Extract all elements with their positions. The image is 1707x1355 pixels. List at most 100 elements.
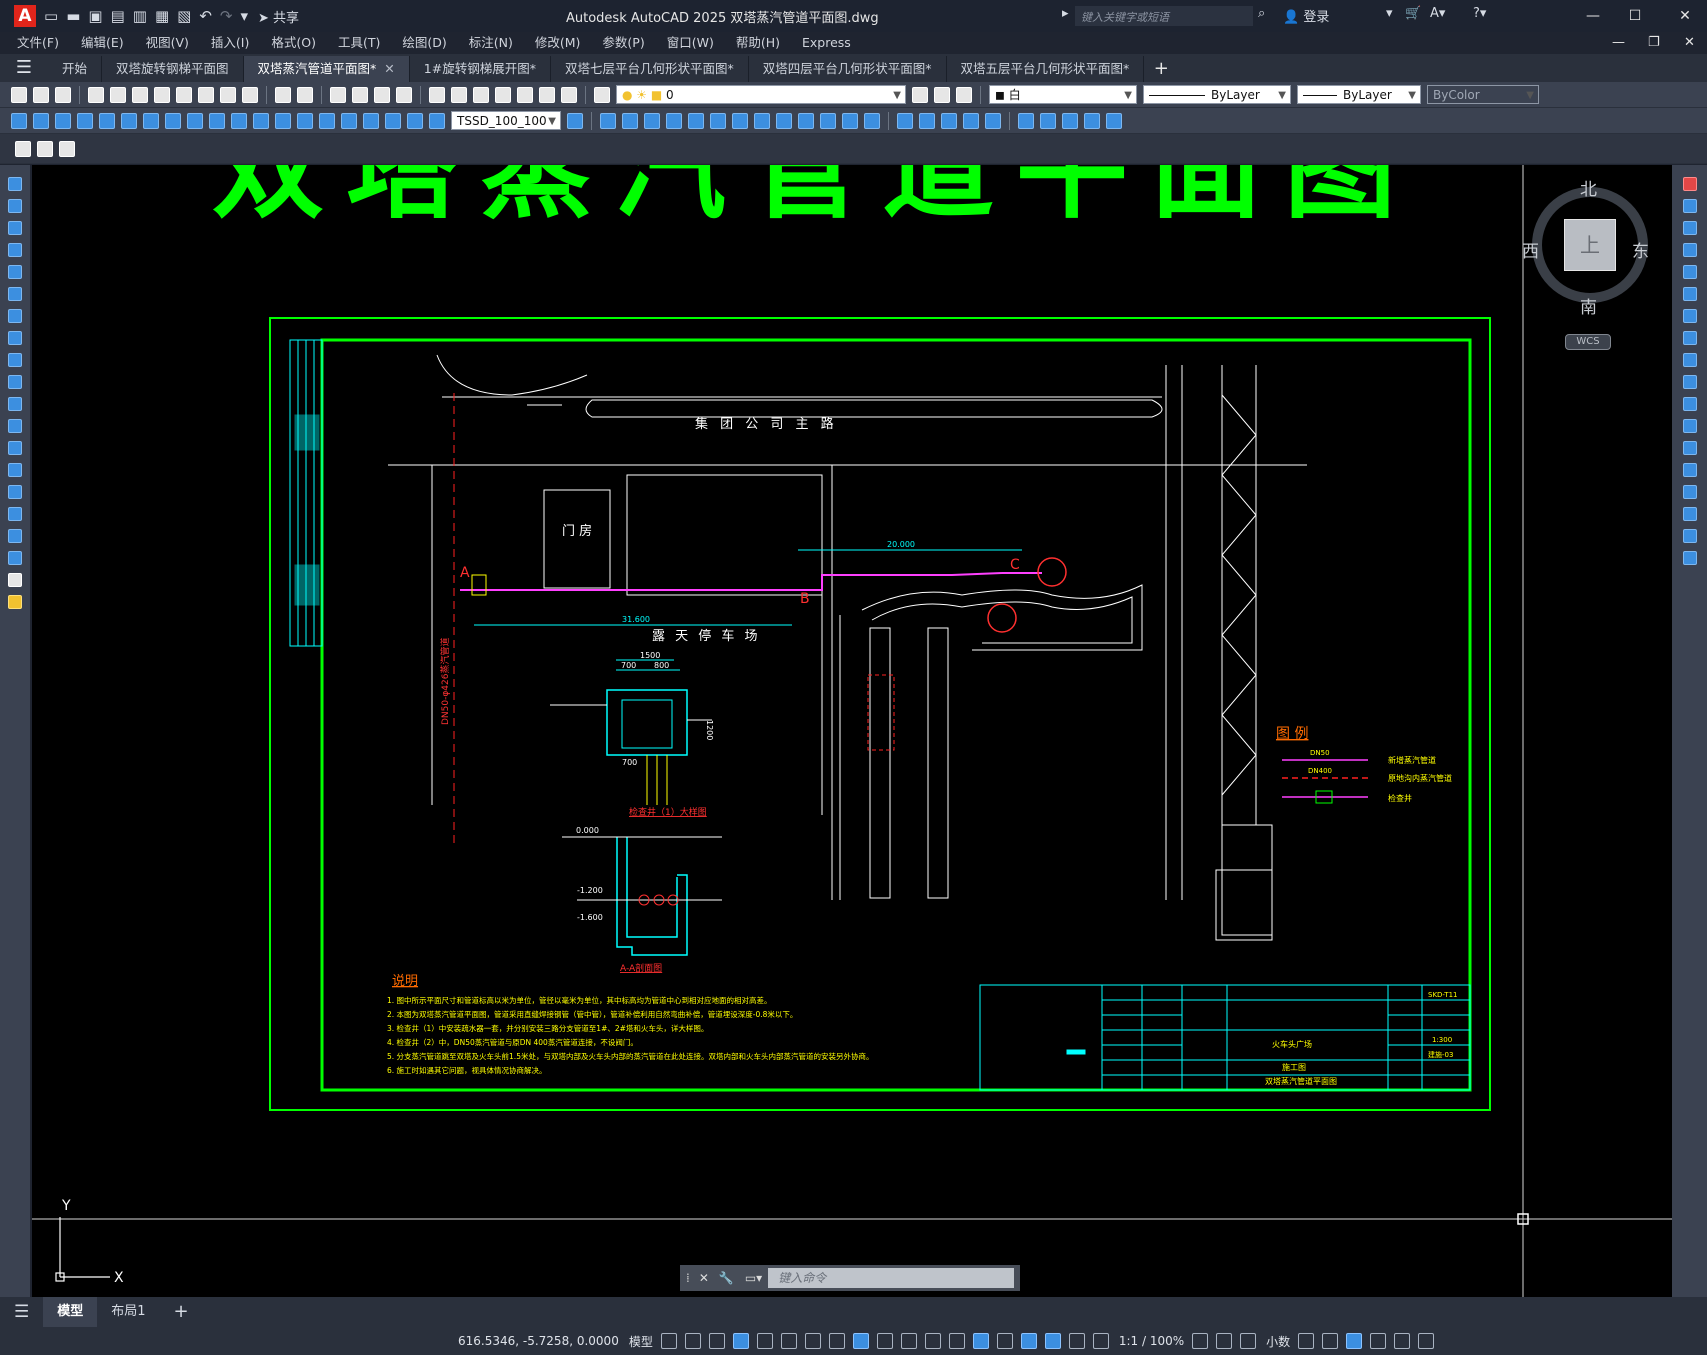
units-value[interactable]: 小数 (1266, 1333, 1290, 1350)
cmdline-grip-icon[interactable]: ⁞ (686, 1271, 690, 1285)
ucs-previous-icon[interactable] (644, 112, 660, 129)
ucs-world-icon[interactable] (622, 112, 638, 129)
viewcube-south[interactable]: 南 (1580, 293, 1597, 318)
menu-file[interactable]: 文件(F) (0, 32, 70, 54)
erase-icon[interactable] (1682, 177, 1697, 191)
plot-icon[interactable] (88, 86, 104, 103)
dim-edit-icon[interactable] (385, 112, 401, 129)
close-window-button[interactable]: ✕ (1670, 4, 1700, 28)
image-icon[interactable] (37, 140, 53, 157)
plot-preview-icon[interactable] (110, 86, 126, 103)
calculator-icon[interactable] (539, 86, 555, 103)
tab-layout1[interactable]: 布局1 (97, 1297, 159, 1327)
dimstyle-dropdown[interactable]: TSSD_100_100 ▼ (451, 111, 561, 130)
annotation-monitor-icon[interactable] (1216, 1333, 1233, 1349)
undo-icon[interactable]: ↶ (199, 0, 212, 32)
hatch-icon[interactable] (8, 485, 22, 499)
3d-osnap-icon[interactable] (948, 1333, 965, 1349)
extend-icon[interactable] (1682, 397, 1697, 411)
blend-icon[interactable] (1682, 529, 1697, 543)
new-file-icon[interactable]: ▭ (44, 0, 58, 32)
save-icon[interactable] (55, 86, 71, 103)
doc-close-button[interactable]: ✕ (1684, 35, 1695, 50)
ucs-icon[interactable] (600, 112, 616, 129)
ucs-origin-icon[interactable] (732, 112, 748, 129)
view-bottom-icon[interactable] (919, 112, 935, 129)
rotate-icon[interactable] (1682, 309, 1697, 323)
break-icon[interactable] (1682, 441, 1697, 455)
color-dropdown[interactable]: ◼ 白 ▼ (989, 85, 1137, 104)
tab-floor4-platform[interactable]: 双塔四层平台几何形状平面图* (749, 56, 947, 82)
scale-icon[interactable] (1682, 331, 1697, 345)
quick-properties-icon[interactable] (1298, 1333, 1315, 1349)
layer-state-icon[interactable] (956, 86, 972, 103)
auto-scale-icon[interactable] (1068, 1333, 1085, 1349)
view-top-icon[interactable] (897, 112, 913, 129)
plot-icon[interactable]: ▧ (177, 0, 191, 32)
autocad-app-icon[interactable]: A (14, 5, 36, 27)
tolerance-icon[interactable] (297, 112, 313, 129)
save-icon[interactable]: ▣ (88, 0, 102, 32)
add-layout-button[interactable]: + (160, 1297, 203, 1327)
layer-dropdown[interactable]: ● ☀ ■ 0 ▼ (616, 85, 906, 104)
ordinate-dim-icon[interactable] (77, 112, 93, 129)
add-selected-icon[interactable] (8, 595, 22, 609)
zoom-realtime-icon[interactable] (352, 86, 368, 103)
layout-menu-icon[interactable]: ☰ (0, 1297, 43, 1327)
grid-icon[interactable] (660, 1333, 677, 1349)
viewcube[interactable]: 上 北 南 东 西 (1522, 180, 1650, 318)
menu-view[interactable]: 视图(V) (135, 32, 200, 54)
spline-icon[interactable] (8, 353, 22, 367)
explode-icon[interactable] (1682, 551, 1697, 565)
iso-nw-icon[interactable] (1084, 112, 1100, 129)
lineweight-icon[interactable] (876, 1333, 893, 1349)
search-icon[interactable]: ⌕ (1258, 6, 1265, 21)
baseline-dim-icon[interactable] (209, 112, 225, 129)
join-icon[interactable] (1682, 463, 1697, 477)
ucs-z-icon[interactable] (842, 112, 858, 129)
customize-icon[interactable]: ▾ (240, 0, 248, 32)
dim-style-icon[interactable] (567, 112, 583, 129)
array-icon[interactable] (1682, 265, 1697, 279)
user-dropdown-icon[interactable]: ▾ (1386, 6, 1393, 21)
ucs-object-icon[interactable] (688, 112, 704, 129)
cut-icon[interactable] (154, 86, 170, 103)
dynamic-input-icon[interactable] (732, 1333, 749, 1349)
ellipse-arc-icon[interactable] (8, 397, 22, 411)
multiline-text-icon[interactable] (8, 573, 22, 587)
new-icon[interactable] (11, 86, 27, 103)
ucs-view-icon[interactable] (710, 112, 726, 129)
mirror-icon[interactable] (1682, 221, 1697, 235)
cursor-coordinates[interactable]: 616.5346, -5.7258, 0.0000 (458, 1334, 619, 1348)
copy-object-icon[interactable] (1682, 199, 1697, 213)
linear-dim-icon[interactable] (11, 112, 27, 129)
diameter-dim-icon[interactable] (143, 112, 159, 129)
make-layer-current-icon[interactable] (912, 86, 928, 103)
viewcube-north[interactable]: 北 (1580, 175, 1597, 200)
zoom-previous-icon[interactable] (396, 86, 412, 103)
quick-dim-icon[interactable] (187, 112, 203, 129)
offset-icon[interactable] (1682, 243, 1697, 257)
save-as-icon[interactable]: ▤ (111, 0, 125, 32)
continue-dim-icon[interactable] (231, 112, 247, 129)
cloud-icon[interactable]: ▦ (155, 0, 169, 32)
layer-properties-icon[interactable] (594, 86, 610, 103)
move-icon[interactable] (1682, 287, 1697, 301)
ucs-apply-icon[interactable] (864, 112, 880, 129)
tab-start[interactable]: 开始 (48, 56, 103, 82)
ucs-3point-icon[interactable] (776, 112, 792, 129)
chamfer-icon[interactable] (1682, 485, 1697, 499)
menu-parametric[interactable]: 参数(P) (591, 32, 655, 54)
camera-icon[interactable] (1106, 112, 1122, 129)
menu-tools[interactable]: 工具(T) (327, 32, 391, 54)
ellipse-icon[interactable] (8, 375, 22, 389)
linetype-dropdown[interactable]: ByLayer ▼ (1143, 85, 1291, 104)
viewcube-top-face[interactable]: 上 (1564, 219, 1616, 271)
publish-icon[interactable]: ▥ (133, 0, 147, 32)
help-search-input[interactable]: 键入关键字或短语 (1075, 6, 1253, 26)
gizmo-icon[interactable] (1020, 1333, 1037, 1349)
cmdline-close-icon[interactable]: ✕ (699, 1271, 709, 1285)
design-center-icon[interactable] (451, 86, 467, 103)
zoom-window-icon[interactable] (374, 86, 390, 103)
center-mark-icon[interactable] (319, 112, 335, 129)
